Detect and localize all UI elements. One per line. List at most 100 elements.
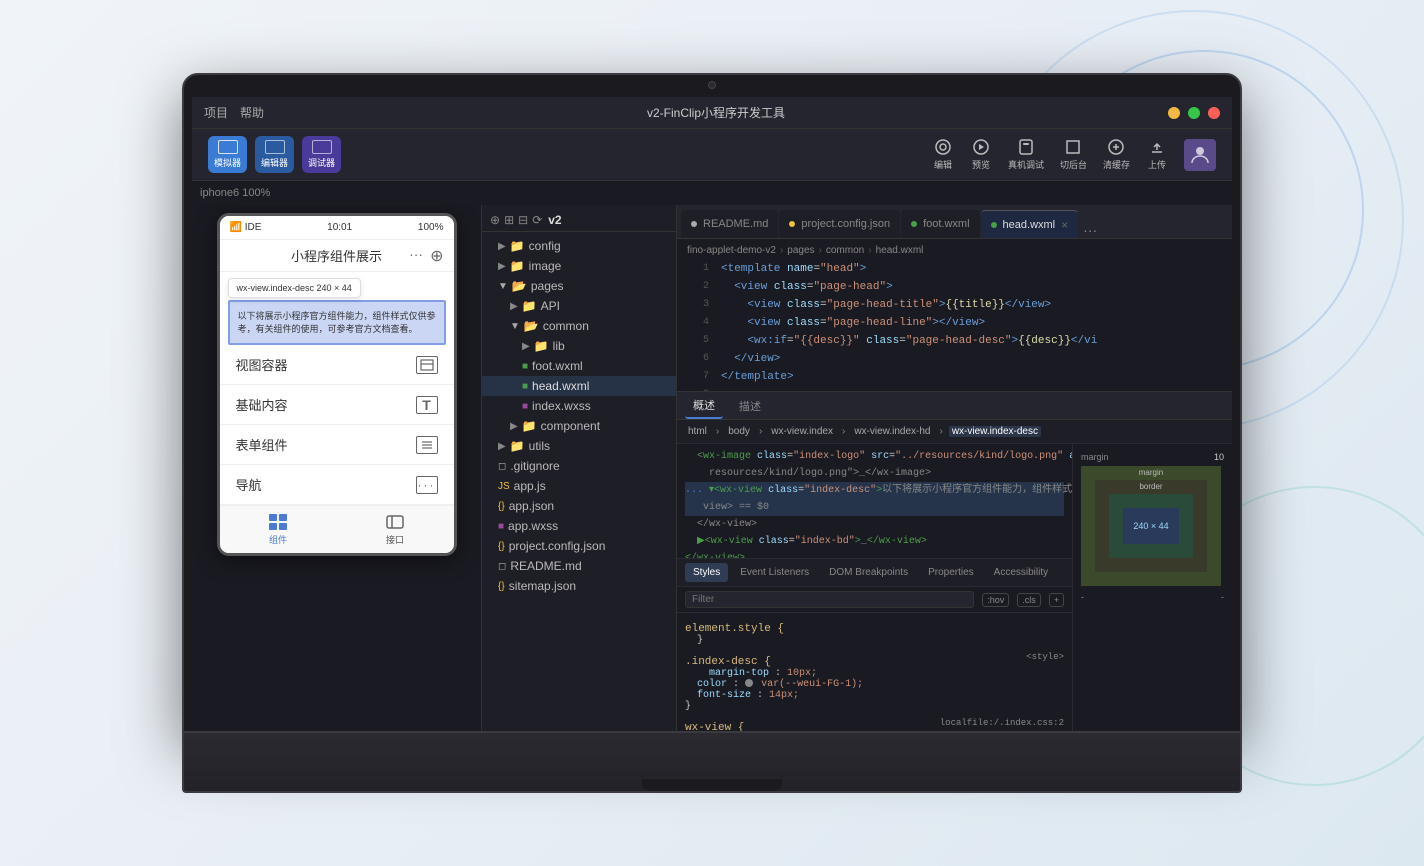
- toolbar-btn-simulator[interactable]: 模拟器: [208, 136, 247, 173]
- menu-item-label-1: 视图容器: [236, 355, 288, 374]
- sitemap-json-label: sitemap.json: [509, 579, 576, 593]
- user-avatar[interactable]: [1184, 139, 1216, 171]
- tree-folder-pages[interactable]: ▼ 📂 pages: [482, 276, 676, 296]
- color-swatch: [745, 679, 753, 687]
- bc-sep-3: ›: [868, 245, 871, 256]
- action-preview[interactable]: 预览: [970, 138, 992, 171]
- clear-cache-label: 清缓存: [1103, 158, 1130, 171]
- tree-folder-lib[interactable]: ▶ 📁 lib: [482, 336, 676, 356]
- laptop: 项目 帮助 v2-FinClip小程序开发工具 模: [182, 73, 1242, 793]
- path-html[interactable]: html: [685, 426, 710, 437]
- bc-sep-1: ›: [780, 245, 783, 256]
- tree-folder-api[interactable]: ▶ 📁 API: [482, 296, 676, 316]
- html-line-2: resources/kind/logo.png">_</wx-image>: [685, 465, 1064, 482]
- toolbar-btn-editor[interactable]: 编辑器: [255, 136, 294, 173]
- tree-file-app-json[interactable]: {} app.json: [482, 496, 676, 516]
- edit-icon: [932, 138, 954, 156]
- toolbar-btn-debugger[interactable]: 调试器: [302, 136, 341, 173]
- code-scroll[interactable]: 1 <template name="head"> 2 <view class="…: [677, 261, 1232, 391]
- code-line-7: 7 </template>: [677, 369, 1232, 387]
- panel-tab-props[interactable]: Properties: [920, 563, 982, 582]
- filter-badge-plus[interactable]: +: [1049, 593, 1064, 607]
- phone-tooltip: wx-view.index-desc 240 × 44: [228, 278, 361, 298]
- action-background[interactable]: 切后台: [1060, 138, 1087, 171]
- app-wxss-icon: ■: [498, 521, 504, 532]
- tree-folder-image[interactable]: ▶ 📁 image: [482, 256, 676, 276]
- app-json-icon: {}: [498, 501, 505, 512]
- filter-badge-cls[interactable]: .cls: [1017, 593, 1041, 607]
- tree-file-head-wxml[interactable]: ■ head.wxml: [482, 376, 676, 396]
- path-wx-view-desc[interactable]: wx-view.index-desc: [949, 426, 1041, 437]
- lib-arrow: ▶: [522, 341, 530, 352]
- tree-file-app-js[interactable]: JS app.js: [482, 476, 676, 496]
- tab-foot-wxml[interactable]: foot.wxml: [901, 210, 979, 238]
- component-nav-icon: [267, 513, 289, 531]
- foot-tab-dot: [911, 221, 917, 227]
- project-json-label: project.config.json: [509, 539, 606, 553]
- devtools-left: <wx-image class="index-logo" src="../res…: [677, 444, 1072, 731]
- action-clear-cache[interactable]: 清缓存: [1103, 138, 1130, 171]
- tree-folder-common[interactable]: ▼ 📂 common: [482, 316, 676, 336]
- tab-more-button[interactable]: ···: [1079, 222, 1101, 238]
- tree-folder-config[interactable]: ▶ 📁 config: [482, 236, 676, 256]
- phone-menu-item-2[interactable]: 基础内容 T: [220, 385, 454, 425]
- bottom-dash: -: [1081, 592, 1084, 602]
- tab-readme[interactable]: README.md: [681, 210, 778, 238]
- tree-folder-utils[interactable]: ▶ 📁 utils: [482, 436, 676, 456]
- title-bar: 项目 帮助 v2-FinClip小程序开发工具: [192, 97, 1232, 129]
- phone-menu-item-1[interactable]: 视图容器: [220, 345, 454, 385]
- panel-tab-events[interactable]: Event Listeners: [732, 563, 817, 582]
- action-real-debug[interactable]: 真机调试: [1008, 138, 1044, 171]
- maximize-button[interactable]: [1188, 107, 1200, 119]
- tree-file-app-wxss[interactable]: ■ app.wxss: [482, 516, 676, 536]
- tree-file-index-wxss[interactable]: ■ index.wxss: [482, 396, 676, 416]
- breadcrumb: fino-applet-demo-v2 › pages › common › h…: [677, 239, 1232, 261]
- project-tab-dot: [789, 221, 795, 227]
- devtools-tab-desc[interactable]: 描述: [731, 394, 769, 418]
- simulator-label: 模拟器: [214, 156, 241, 169]
- panel-tab-access[interactable]: Accessibility: [986, 563, 1056, 582]
- phone-title-bar: 小程序组件展示 ··· ⊕: [220, 240, 454, 272]
- phone-menu-item-3[interactable]: 表单组件: [220, 425, 454, 465]
- path-wx-view-hd[interactable]: wx-view.index-hd: [851, 426, 933, 437]
- tree-folder-component[interactable]: ▶ 📁 component: [482, 416, 676, 436]
- app-js-icon: JS: [498, 481, 510, 492]
- tree-file-readme[interactable]: ◻ README.md: [482, 556, 676, 576]
- path-body[interactable]: body: [725, 426, 753, 437]
- app-window: 项目 帮助 v2-FinClip小程序开发工具 模: [192, 97, 1232, 731]
- filter-input[interactable]: [685, 591, 974, 608]
- panel-tab-dom[interactable]: DOM Breakpoints: [821, 563, 916, 582]
- pages-folder-icon: 📂: [512, 279, 527, 293]
- nav-item-api[interactable]: 接口: [337, 509, 454, 550]
- tree-file-foot-wxml[interactable]: ■ foot.wxml: [482, 356, 676, 376]
- laptop-base: [182, 733, 1242, 793]
- html-tree[interactable]: <wx-image class="index-logo" src="../res…: [677, 444, 1072, 559]
- close-button[interactable]: [1208, 107, 1220, 119]
- html-line-3: ... ▾<wx-view class="index-desc">以下将展示小程…: [685, 482, 1064, 499]
- nav-item-component[interactable]: 组件: [220, 509, 337, 550]
- panel-tab-styles[interactable]: Styles: [685, 563, 728, 582]
- sitemap-json-icon: {}: [498, 581, 505, 592]
- devtools-tabs-bar: 概述 描述: [677, 392, 1232, 420]
- css-code-panel[interactable]: element.style { } .index-desc { <style>: [677, 613, 1072, 731]
- head-tab-close[interactable]: ×: [1061, 218, 1068, 232]
- action-upload[interactable]: 上传: [1146, 138, 1168, 171]
- tree-file-sitemap[interactable]: {} sitemap.json: [482, 576, 676, 596]
- devtools-tab-overview[interactable]: 概述: [685, 393, 723, 419]
- code-main: 1 <template name="head"> 2 <view class="…: [677, 261, 1232, 391]
- foot-wxml-label: foot.wxml: [532, 359, 583, 373]
- path-wx-view-index[interactable]: wx-view.index: [768, 426, 836, 437]
- phone-menu-item-4[interactable]: 导航 ···: [220, 465, 454, 505]
- minimize-button[interactable]: [1168, 107, 1180, 119]
- menu-help[interactable]: 帮助: [240, 104, 264, 121]
- tab-project-config[interactable]: project.config.json: [779, 210, 900, 238]
- title-bar-controls: [1168, 107, 1220, 119]
- filter-badge-hov[interactable]: :hov: [982, 593, 1009, 607]
- action-edit[interactable]: 编辑: [932, 138, 954, 171]
- tab-head-wxml[interactable]: head.wxml ×: [981, 210, 1079, 238]
- preview-icon: [970, 138, 992, 156]
- tree-file-gitignore[interactable]: ◻ .gitignore: [482, 456, 676, 476]
- tree-file-project-config[interactable]: {} project.config.json: [482, 536, 676, 556]
- nav-icon: ···: [416, 476, 438, 494]
- menu-project[interactable]: 项目: [204, 104, 228, 121]
